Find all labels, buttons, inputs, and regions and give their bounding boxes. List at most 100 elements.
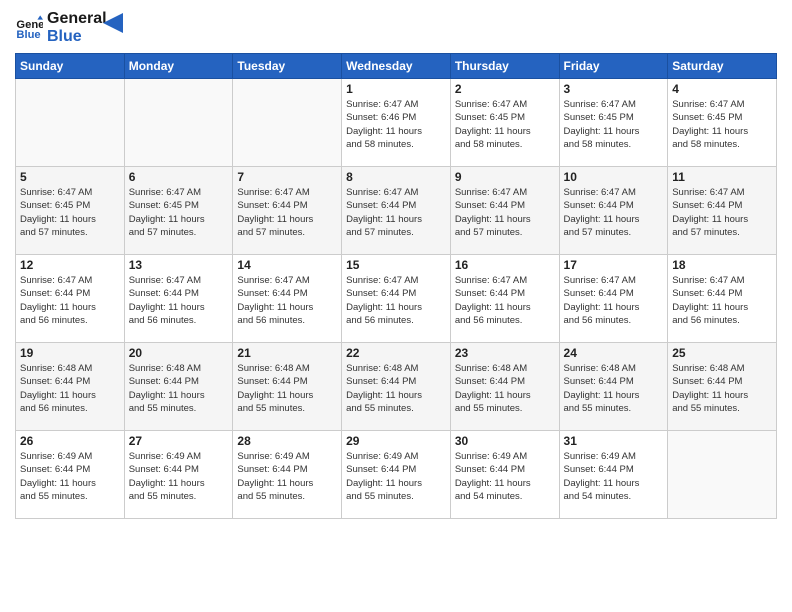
calendar-page: General Blue General Blue SundayMondayTu…: [0, 0, 792, 612]
day-number: 14: [237, 258, 337, 272]
day-number: 3: [564, 82, 664, 96]
day-info: Sunrise: 6:47 AM Sunset: 6:45 PM Dayligh…: [129, 186, 229, 239]
day-number: 23: [455, 346, 555, 360]
calendar-cell: 10 Sunrise: 6:47 AM Sunset: 6:44 PM Dayli…: [559, 167, 668, 255]
calendar-week-4: 19Sunrise: 6:48 AM Sunset: 6:44 PM Dayli…: [16, 343, 777, 431]
day-info: Sunrise: 6:47 AM Sunset: 6:45 PM Dayligh…: [672, 98, 772, 151]
day-info: Sunrise: 6:47 AM Sunset: 6:46 PM Dayligh…: [346, 98, 446, 151]
day-number: 12: [20, 258, 120, 272]
day-number: 29: [346, 434, 446, 448]
day-number: 9: [455, 170, 555, 184]
day-info: Sunrise: 6:48 AM Sunset: 6:44 PM Dayligh…: [564, 362, 664, 415]
calendar-header: SundayMondayTuesdayWednesdayThursdayFrid…: [16, 54, 777, 79]
calendar-cell: 9 Sunrise: 6:47 AM Sunset: 6:44 PM Daylig…: [450, 167, 559, 255]
day-info: Sunrise: 6:47 AM Sunset: 6:44 PM Dayligh…: [455, 274, 555, 327]
calendar-cell: 22 Sunrise: 6:48 AM Sunset: 6:44 PM Dayli…: [342, 343, 451, 431]
day-number: 13: [129, 258, 229, 272]
day-info: Sunrise: 6:49 AM Sunset: 6:44 PM Dayligh…: [20, 450, 120, 503]
day-number: 4: [672, 82, 772, 96]
day-number: 28: [237, 434, 337, 448]
day-info: Sunrise: 6:48 AM Sunset: 6:44 PM Dayligh…: [455, 362, 555, 415]
day-number: 17: [564, 258, 664, 272]
day-info: Sunrise: 6:47 AM Sunset: 6:44 PM Dayligh…: [237, 274, 337, 327]
day-number: 1: [346, 82, 446, 96]
logo: General Blue General Blue: [15, 10, 123, 45]
day-number: 18: [672, 258, 772, 272]
weekday-header-tuesday: Tuesday: [233, 54, 342, 79]
day-info: Sunrise: 6:48 AM Sunset: 6:44 PM Dayligh…: [672, 362, 772, 415]
weekday-header-sunday: Sunday: [16, 54, 125, 79]
day-number: 11: [672, 170, 772, 184]
calendar-body: 1 Sunrise: 6:47 AM Sunset: 6:46 PM Daylig…: [16, 79, 777, 519]
calendar-cell: 31Sunrise: 6:49 AM Sunset: 6:44 PM Dayli…: [559, 431, 668, 519]
day-info: Sunrise: 6:49 AM Sunset: 6:44 PM Dayligh…: [237, 450, 337, 503]
calendar-cell: 4 Sunrise: 6:47 AM Sunset: 6:45 PM Daylig…: [668, 79, 777, 167]
calendar-cell: 1 Sunrise: 6:47 AM Sunset: 6:46 PM Daylig…: [342, 79, 451, 167]
weekday-header-wednesday: Wednesday: [342, 54, 451, 79]
day-info: Sunrise: 6:49 AM Sunset: 6:44 PM Dayligh…: [564, 450, 664, 503]
calendar-week-2: 5Sunrise: 6:47 AM Sunset: 6:45 PM Daylig…: [16, 167, 777, 255]
calendar-cell: 3Sunrise: 6:47 AM Sunset: 6:45 PM Daylig…: [559, 79, 668, 167]
day-info: Sunrise: 6:48 AM Sunset: 6:44 PM Dayligh…: [129, 362, 229, 415]
day-info: Sunrise: 6:48 AM Sunset: 6:44 PM Dayligh…: [346, 362, 446, 415]
calendar-week-3: 12 Sunrise: 6:47 AM Sunset: 6:44 PM Dayli…: [16, 255, 777, 343]
calendar-cell: 17 Sunrise: 6:47 AM Sunset: 6:44 PM Dayli…: [559, 255, 668, 343]
calendar-cell: 6 Sunrise: 6:47 AM Sunset: 6:45 PM Daylig…: [124, 167, 233, 255]
day-info: Sunrise: 6:47 AM Sunset: 6:44 PM Dayligh…: [129, 274, 229, 327]
logo-blue: Blue: [47, 28, 107, 46]
calendar-cell: [124, 79, 233, 167]
day-number: 22: [346, 346, 446, 360]
calendar-cell: 16 Sunrise: 6:47 AM Sunset: 6:44 PM Dayli…: [450, 255, 559, 343]
day-info: Sunrise: 6:47 AM Sunset: 6:44 PM Dayligh…: [455, 186, 555, 239]
day-info: Sunrise: 6:47 AM Sunset: 6:44 PM Dayligh…: [20, 274, 120, 327]
day-number: 6: [129, 170, 229, 184]
day-info: Sunrise: 6:49 AM Sunset: 6:44 PM Dayligh…: [129, 450, 229, 503]
day-number: 25: [672, 346, 772, 360]
day-number: 30: [455, 434, 555, 448]
calendar-cell: 2Sunrise: 6:47 AM Sunset: 6:45 PM Daylig…: [450, 79, 559, 167]
calendar-cell: 26 Sunrise: 6:49 AM Sunset: 6:44 PM Dayli…: [16, 431, 125, 519]
calendar-cell: 5Sunrise: 6:47 AM Sunset: 6:45 PM Daylig…: [16, 167, 125, 255]
calendar-week-1: 1 Sunrise: 6:47 AM Sunset: 6:46 PM Daylig…: [16, 79, 777, 167]
day-number: 8: [346, 170, 446, 184]
weekday-header-row: SundayMondayTuesdayWednesdayThursdayFrid…: [16, 54, 777, 79]
logo-arrow-icon: [103, 13, 123, 33]
header: General Blue General Blue: [15, 10, 777, 45]
day-number: 2: [455, 82, 555, 96]
day-info: Sunrise: 6:47 AM Sunset: 6:44 PM Dayligh…: [564, 186, 664, 239]
calendar-cell: 27Sunrise: 6:49 AM Sunset: 6:44 PM Dayli…: [124, 431, 233, 519]
day-info: Sunrise: 6:48 AM Sunset: 6:44 PM Dayligh…: [20, 362, 120, 415]
day-info: Sunrise: 6:47 AM Sunset: 6:45 PM Dayligh…: [20, 186, 120, 239]
calendar-cell: 12 Sunrise: 6:47 AM Sunset: 6:44 PM Dayli…: [16, 255, 125, 343]
calendar-cell: 15Sunrise: 6:47 AM Sunset: 6:44 PM Dayli…: [342, 255, 451, 343]
day-info: Sunrise: 6:47 AM Sunset: 6:44 PM Dayligh…: [672, 186, 772, 239]
day-info: Sunrise: 6:47 AM Sunset: 6:44 PM Dayligh…: [237, 186, 337, 239]
day-number: 20: [129, 346, 229, 360]
logo-general: General: [47, 10, 107, 28]
day-info: Sunrise: 6:48 AM Sunset: 6:44 PM Dayligh…: [237, 362, 337, 415]
day-info: Sunrise: 6:47 AM Sunset: 6:44 PM Dayligh…: [564, 274, 664, 327]
svg-text:Blue: Blue: [16, 28, 40, 40]
day-info: Sunrise: 6:49 AM Sunset: 6:44 PM Dayligh…: [346, 450, 446, 503]
calendar-table: SundayMondayTuesdayWednesdayThursdayFrid…: [15, 53, 777, 519]
calendar-cell: 13 Sunrise: 6:47 AM Sunset: 6:44 PM Dayli…: [124, 255, 233, 343]
day-number: 7: [237, 170, 337, 184]
calendar-cell: 8Sunrise: 6:47 AM Sunset: 6:44 PM Daylig…: [342, 167, 451, 255]
weekday-header-monday: Monday: [124, 54, 233, 79]
calendar-cell: [16, 79, 125, 167]
day-number: 26: [20, 434, 120, 448]
calendar-cell: 29 Sunrise: 6:49 AM Sunset: 6:44 PM Dayli…: [342, 431, 451, 519]
weekday-header-saturday: Saturday: [668, 54, 777, 79]
calendar-cell: 14 Sunrise: 6:47 AM Sunset: 6:44 PM Dayli…: [233, 255, 342, 343]
day-number: 16: [455, 258, 555, 272]
calendar-cell: 18Sunrise: 6:47 AM Sunset: 6:44 PM Dayli…: [668, 255, 777, 343]
calendar-cell: 7 Sunrise: 6:47 AM Sunset: 6:44 PM Daylig…: [233, 167, 342, 255]
calendar-cell: 28 Sunrise: 6:49 AM Sunset: 6:44 PM Dayli…: [233, 431, 342, 519]
calendar-cell: 20 Sunrise: 6:48 AM Sunset: 6:44 PM Dayli…: [124, 343, 233, 431]
calendar-cell: 19Sunrise: 6:48 AM Sunset: 6:44 PM Dayli…: [16, 343, 125, 431]
day-number: 10: [564, 170, 664, 184]
calendar-cell: [233, 79, 342, 167]
calendar-cell: 30Sunrise: 6:49 AM Sunset: 6:44 PM Dayli…: [450, 431, 559, 519]
day-number: 24: [564, 346, 664, 360]
logo-icon: General Blue: [15, 14, 43, 42]
